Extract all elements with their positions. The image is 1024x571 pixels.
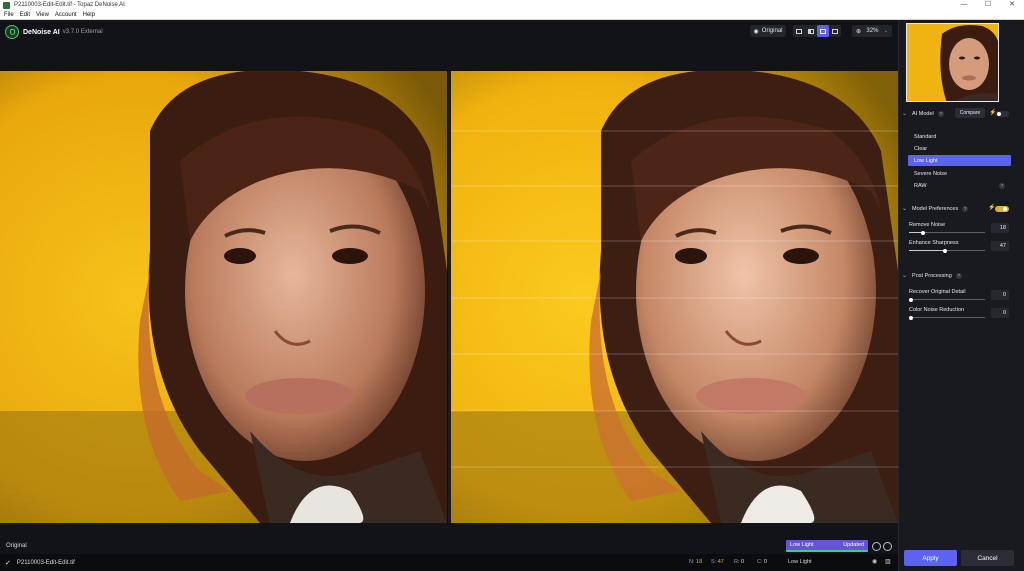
original-toggle-button[interactable]: ◉ Original (750, 25, 786, 37)
file-model: Low Light (788, 559, 812, 565)
processed-photo (451, 71, 898, 523)
model-item-severe-noise[interactable]: Severe Noise (908, 168, 1011, 179)
chevron-down-icon: ⌄ (883, 28, 888, 34)
checkmark-icon[interactable]: ✓ (5, 559, 11, 567)
color-noise-slider[interactable] (908, 315, 985, 320)
auto-preferences-toggle[interactable] (995, 206, 1009, 212)
ai-model-header[interactable]: ⌄ AI Model ? (902, 110, 944, 117)
remove-noise-value[interactable]: 18 (991, 223, 1009, 233)
zoom-value: 32% (866, 28, 879, 34)
apply-button[interactable]: Apply (904, 550, 957, 566)
trash-icon[interactable]: ▥ (885, 558, 891, 565)
app-icon (3, 1, 10, 9)
chevron-down-icon: ⌄ (902, 206, 908, 212)
compare-button[interactable]: Compare (955, 108, 985, 118)
face-recovery-icon[interactable] (872, 542, 881, 551)
side-by-side-icon (820, 28, 826, 34)
stat-recover: R: 0 (734, 559, 745, 565)
navigator-thumbnail[interactable] (906, 23, 999, 102)
original-photo (0, 71, 447, 523)
denoise-logo-icon (5, 25, 19, 39)
enhance-sharpness-value[interactable]: 47 (991, 241, 1009, 251)
grid-view-button[interactable] (829, 25, 841, 37)
model-toggle[interactable] (995, 111, 1009, 117)
menu-bar: File Edit View Account Help (0, 10, 1024, 20)
app-name: DeNoise AI (23, 28, 60, 36)
model-item-raw[interactable]: RAW ? (908, 180, 1011, 191)
recover-detail-knob[interactable] (908, 297, 913, 302)
recover-detail-value[interactable]: 0 (991, 290, 1009, 300)
post-processing-header[interactable]: ⌄ Post Processing ? (902, 272, 962, 279)
model-status-pill[interactable]: Low Light Updated (786, 540, 868, 552)
chevron-down-icon: ⌄ (902, 111, 908, 117)
model-badge: Low Light (790, 542, 814, 548)
original-preview[interactable] (0, 71, 447, 523)
maximize-button[interactable]: ☐ (976, 0, 1000, 10)
color-noise-label: Color Noise Reduction (909, 307, 965, 313)
main-toolbar: DeNoise AI v3.7.0 External ◉ Original ⊕ … (0, 21, 898, 71)
stat-sharpness: S: 47 (711, 559, 724, 565)
status-badge: Updated (843, 542, 864, 548)
side-by-side-view-button[interactable] (817, 25, 829, 37)
color-noise-knob[interactable] (908, 315, 913, 320)
menu-help[interactable]: Help (83, 12, 95, 18)
help-icon[interactable]: ? (955, 272, 962, 279)
model-preferences-header[interactable]: ⌄ Model Preferences ? (902, 205, 969, 212)
menu-view[interactable]: View (36, 12, 49, 18)
smile-icon[interactable] (883, 542, 892, 551)
original-button-label: Original (761, 28, 783, 34)
cancel-button[interactable]: Cancel (961, 550, 1014, 566)
menu-account[interactable]: Account (55, 12, 77, 18)
stat-color: C: 0 (757, 559, 768, 565)
enhance-sharpness-knob[interactable] (942, 248, 947, 253)
app-version: v3.7.0 External (62, 29, 103, 35)
window-title: P2110003-Edit-Edit.tif - Topaz DeNoise A… (14, 2, 125, 8)
enhance-sharpness-slider[interactable] (909, 248, 985, 253)
close-button[interactable]: ✕ (1000, 0, 1024, 10)
eye-icon: ◉ (753, 28, 759, 35)
original-label: Original (6, 543, 27, 549)
window-controls: — ☐ ✕ (952, 0, 1024, 10)
processed-preview[interactable] (451, 71, 898, 523)
raw-help-icon[interactable]: ? (999, 182, 1005, 189)
menu-file[interactable]: File (4, 12, 14, 18)
model-preferences-title: Model Preferences (912, 205, 959, 212)
post-processing-title: Post Processing (912, 272, 952, 279)
ai-model-title: AI Model (912, 110, 934, 117)
minimize-button[interactable]: — (952, 0, 976, 10)
preview-footer: Original Low Light Updated ✓ P2110003-Ed… (0, 523, 898, 571)
recover-detail-slider[interactable] (908, 297, 985, 302)
app-brand: DeNoise AI v3.7.0 External (5, 25, 103, 39)
split-view-icon (808, 28, 814, 34)
model-item-low-light[interactable]: Low Light (908, 155, 1011, 166)
help-icon[interactable]: ? (937, 110, 944, 117)
thumbnail-photo (907, 24, 998, 101)
single-view-icon (796, 28, 802, 34)
remove-noise-slider[interactable] (909, 230, 985, 235)
enhance-sharpness-label: Enhance Sharpness (909, 240, 959, 246)
raw-label: RAW (914, 182, 927, 189)
menu-edit[interactable]: Edit (20, 12, 30, 18)
zoom-icon: ⊕ (856, 28, 862, 35)
grid-view-icon (832, 28, 838, 34)
zoom-control[interactable]: ⊕ 32% ⌄ (852, 25, 892, 37)
window-titlebar: P2110003-Edit-Edit.tif - Topaz DeNoise A… (0, 0, 1024, 10)
file-name: P2110003-Edit-Edit.tif (16, 559, 75, 566)
preview-canvas[interactable] (0, 71, 898, 523)
remove-noise-label: Remove Noise (909, 222, 946, 228)
split-view-button[interactable] (805, 25, 817, 37)
preview-eye-icon[interactable]: ◉ (872, 558, 877, 565)
color-noise-value[interactable]: 0 (991, 308, 1009, 318)
view-mode-group (793, 25, 841, 37)
model-item-clear[interactable]: Clear (908, 143, 1011, 154)
help-icon[interactable]: ? (962, 205, 969, 212)
stat-noise: N: 18 (689, 559, 703, 565)
single-view-button[interactable] (793, 25, 805, 37)
recover-detail-label: Recover Original Detail (909, 289, 966, 295)
remove-noise-knob[interactable] (920, 230, 925, 235)
chevron-down-icon: ⌄ (902, 273, 908, 279)
model-item-standard[interactable]: Standard (908, 131, 1011, 142)
file-list-row[interactable]: ✓ P2110003-Edit-Edit.tif N: 18 S: 47 R: … (0, 554, 898, 571)
